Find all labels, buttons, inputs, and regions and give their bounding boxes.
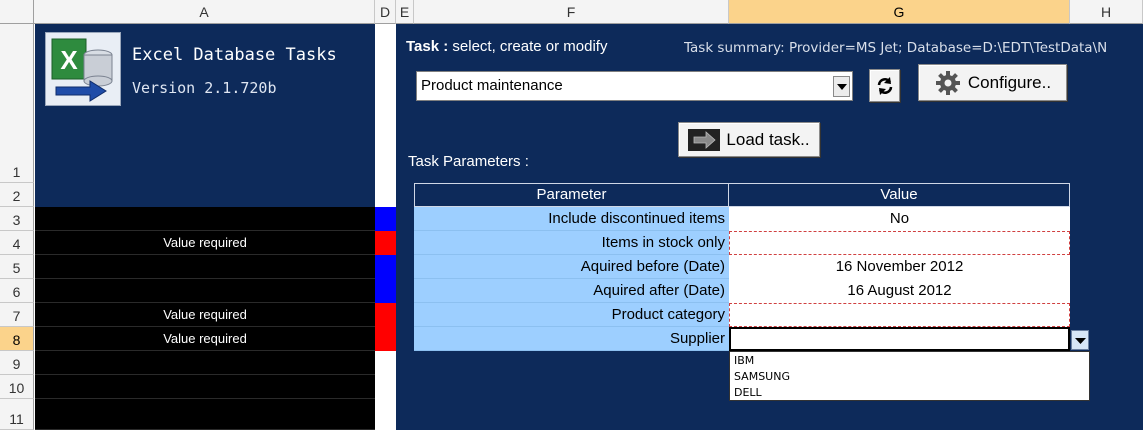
gear-icon	[935, 70, 960, 95]
column-header-d[interactable]: D	[375, 0, 396, 24]
supplier-option[interactable]: SAMSUNG	[730, 369, 1089, 385]
parameter-column-header: Parameter	[414, 183, 729, 207]
param-name-product-category: Product category	[414, 303, 729, 327]
param-value-aquired-before[interactable]: 16 November 2012	[729, 255, 1070, 279]
marker-row-4	[375, 231, 396, 255]
row-header-6[interactable]: 6	[0, 279, 34, 303]
row-header-8[interactable]: 8	[0, 327, 34, 351]
task-select-dropdown-button[interactable]	[833, 76, 850, 97]
status-cell-4[interactable]: Value required	[35, 231, 375, 255]
param-name-supplier: Supplier	[414, 327, 729, 351]
param-value-aquired-after[interactable]: 16 August 2012	[729, 279, 1070, 303]
chevron-down-icon	[1075, 338, 1086, 344]
refresh-button[interactable]	[869, 69, 900, 102]
supplier-option[interactable]: DELL	[730, 385, 1089, 401]
param-name-aquired-after: Aquired after (Date)	[414, 279, 729, 303]
load-arrow-icon	[688, 128, 721, 151]
configure-button-label: Configure..	[967, 72, 1052, 92]
row-header-7[interactable]: 7	[0, 303, 34, 327]
status-cell-11[interactable]	[35, 399, 375, 430]
row-header-9[interactable]: 9	[0, 351, 34, 375]
excel-database-logo-icon: X	[45, 32, 121, 106]
task-summary: Task summary: Provider=MS Jet; Database=…	[684, 40, 1108, 56]
status-cell-10[interactable]	[35, 375, 375, 399]
task-select[interactable]: Product maintenance	[416, 71, 853, 101]
select-all-corner[interactable]	[0, 0, 34, 24]
row-header-10[interactable]: 10	[0, 375, 34, 399]
supplier-option[interactable]: IBM	[730, 353, 1089, 369]
column-header-a[interactable]: A	[34, 0, 375, 24]
param-name-include-discontinued: Include discontinued items	[414, 207, 729, 231]
row-header-1[interactable]: 1	[0, 24, 34, 183]
column-header-g[interactable]: G	[729, 0, 1070, 24]
row-header-3[interactable]: 3	[0, 207, 34, 231]
load-task-button[interactable]: Load task..	[678, 122, 820, 157]
column-header-h[interactable]: H	[1070, 0, 1143, 24]
task-select-value: Product maintenance	[421, 77, 563, 94]
status-cell-8[interactable]: Value required	[35, 327, 375, 351]
value-column-header: Value	[728, 183, 1070, 207]
task-label: Task : select, create or modify	[406, 38, 608, 55]
param-name-items-in-stock: Items in stock only	[414, 231, 729, 255]
refresh-icon	[877, 76, 892, 95]
param-value-include-discontinued[interactable]: No	[729, 207, 1070, 231]
status-cell-9[interactable]	[35, 351, 375, 375]
supplier-options-list: IBM SAMSUNG DELL	[729, 351, 1090, 401]
param-value-items-in-stock[interactable]	[729, 231, 1070, 255]
row-header-5[interactable]: 5	[0, 255, 34, 279]
chevron-down-icon	[837, 84, 847, 90]
param-name-aquired-before: Aquired before (Date)	[414, 255, 729, 279]
load-task-button-label: Load task..	[726, 129, 810, 149]
marker-row-3	[375, 207, 396, 231]
app-title: Excel Database Tasks	[132, 45, 337, 65]
status-cell-6[interactable]	[35, 279, 375, 303]
row-header-11[interactable]: 11	[0, 399, 34, 430]
marker-row-7-8	[375, 303, 396, 351]
status-cell-5[interactable]	[35, 255, 375, 279]
task-parameters-heading: Task Parameters :	[408, 153, 529, 170]
app-version: Version 2.1.720b	[132, 79, 277, 97]
marker-row-5-6	[375, 255, 396, 303]
supplier-dropdown-button[interactable]	[1071, 330, 1089, 350]
status-cell-7[interactable]: Value required	[35, 303, 375, 327]
column-header-f[interactable]: F	[414, 0, 729, 24]
status-cell-3[interactable]	[35, 207, 375, 231]
column-header-e[interactable]: E	[396, 0, 414, 24]
configure-button[interactable]: Configure..	[918, 64, 1067, 101]
param-value-product-category[interactable]	[729, 303, 1070, 327]
param-value-supplier[interactable]	[729, 327, 1070, 351]
row-header-4[interactable]: 4	[0, 231, 34, 255]
svg-text:X: X	[60, 45, 78, 75]
row-header-2[interactable]: 2	[0, 183, 34, 207]
